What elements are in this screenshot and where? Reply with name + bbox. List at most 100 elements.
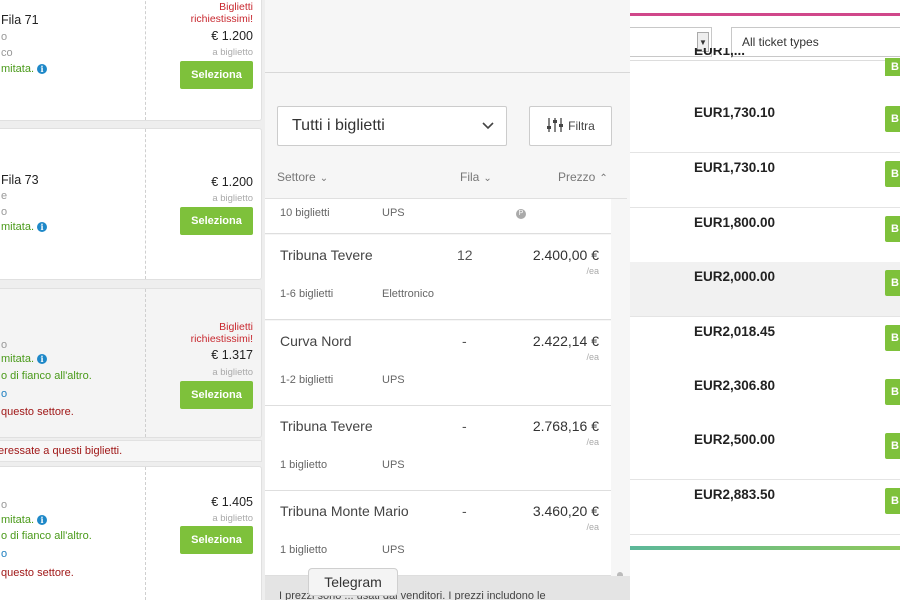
sort-sector[interactable]: Settore ⌄ <box>277 170 328 184</box>
listing-row[interactable]: 10 biglietti UPS P <box>265 199 611 234</box>
listing-price: EUR2,500.00 <box>694 432 776 447</box>
buy-button[interactable]: B <box>885 106 900 132</box>
select-button[interactable]: Seleziona <box>180 207 253 235</box>
listing-price: EUR2,883.50 <box>694 487 776 502</box>
listing-sector: Tribuna Monte Mario <box>280 503 409 519</box>
listing-row[interactable]: Tribuna Monte Mario - 3.460,20 € /ea 1 b… <box>265 491 611 576</box>
card-link-text[interactable]: o <box>1 388 7 400</box>
card-warning: questo settore. <box>1 567 74 579</box>
buy-button[interactable]: B <box>885 58 900 76</box>
telegram-button[interactable]: Telegram <box>308 568 398 596</box>
listing-quantity: 1 biglietto <box>280 459 328 471</box>
listing-sector: Curva Nord <box>280 333 352 349</box>
interest-notice: teressate a questi biglietti. <box>0 440 262 462</box>
listing-list: 10 biglietti UPS P Tribuna Tevere 12 2.4… <box>265 198 627 576</box>
ticket-type-select[interactable]: All ticket types <box>731 27 900 57</box>
listing-row-number: - <box>462 503 467 519</box>
listing-row[interactable]: EUR1,730.10 B <box>630 98 900 153</box>
listing-row-number: - <box>462 418 467 434</box>
card-availability: mitata. i <box>1 63 48 75</box>
listing-row[interactable]: EUR2,306.80 B <box>630 371 900 426</box>
card-divider <box>145 467 146 600</box>
listing-price: EUR1,800.00 <box>694 215 776 230</box>
chevron-down-icon: ⌄ <box>319 173 329 184</box>
listing-delivery: UPS <box>382 207 405 219</box>
middle-listing-panel: Tutti i biglietti Filtra Settore ⌄ Fila ⌄ … <box>265 0 630 600</box>
card-price-unit: a biglietto <box>212 367 253 378</box>
buy-button[interactable]: B <box>885 433 900 459</box>
card-divider <box>145 289 146 437</box>
card-price: € 1.405 <box>211 495 253 509</box>
listing-price-partial: EUR1,... <box>694 48 746 58</box>
info-icon[interactable]: i <box>37 222 48 233</box>
info-icon[interactable]: i <box>37 515 48 526</box>
list-divider <box>630 60 900 61</box>
chevron-down-icon <box>482 107 494 160</box>
left-ticket-panel: Fila 71 o co mitata. i Biglietti richiesti… <box>0 0 265 600</box>
listing-price-unit: /ea <box>586 352 599 362</box>
buy-button[interactable]: B <box>885 488 900 514</box>
card-link-text[interactable]: o <box>1 548 7 560</box>
listing-row[interactable]: EUR2,883.50 B <box>630 480 900 535</box>
buy-button[interactable]: B <box>885 270 900 296</box>
listing-row[interactable]: EUR1,800.00 B <box>630 208 900 263</box>
right-listing-panel: ▼ All ticket types EUR1,... B EUR1,730.1… <box>630 0 900 600</box>
listing-row[interactable]: EUR2,000.00 B <box>630 262 900 317</box>
buy-button[interactable]: B <box>885 379 900 405</box>
listing-row-number: 12 <box>457 247 473 263</box>
listing-row[interactable]: EUR2,500.00 B <box>630 425 900 480</box>
sliders-icon <box>547 118 564 132</box>
sort-price[interactable]: Prezzo ⌃ <box>558 170 608 184</box>
info-icon[interactable]: i <box>37 64 48 75</box>
hot-tickets-badge: Biglietti richiestissimi! <box>190 1 253 25</box>
listing-row-number: - <box>462 333 467 349</box>
listing-quantity: 10 biglietti <box>280 207 330 219</box>
pickup-icon: P <box>516 209 526 219</box>
listing-price: 3.460,20 € <box>532 503 599 519</box>
listing-price: EUR1,730.10 <box>694 105 776 120</box>
listing-row[interactable]: Tribuna Tevere - 2.768,16 € /ea 1 biglie… <box>265 406 611 491</box>
listing-row[interactable]: Tribuna Tevere 12 2.400,00 € /ea 1-6 big… <box>265 235 611 320</box>
card-price-unit: a biglietto <box>212 47 253 58</box>
select-button[interactable]: Seleziona <box>180 61 253 89</box>
listing-price: EUR2,018.45 <box>694 324 776 339</box>
listing-row[interactable]: EUR1,730.10 B <box>630 153 900 208</box>
card-subtext-2: o <box>1 206 8 218</box>
info-icon[interactable]: i <box>37 354 48 365</box>
card-availability: mitata. i <box>1 514 48 526</box>
ticket-filter-dropdown[interactable]: Tutti i biglietti <box>277 106 507 146</box>
listing-quantity: 1-2 biglietti <box>280 374 334 386</box>
card-subtext: o <box>1 339 8 351</box>
sort-row[interactable]: Fila ⌄ <box>460 170 492 184</box>
buy-button[interactable]: B <box>885 161 900 187</box>
buy-button[interactable]: B <box>885 216 900 242</box>
buy-button[interactable]: B <box>885 325 900 351</box>
listing-delivery: Elettronico <box>382 288 434 300</box>
listing-row[interactable]: EUR2,018.45 B <box>630 317 900 372</box>
card-availability: mitata. i <box>1 221 48 233</box>
listing-price-unit: /ea <box>586 437 599 447</box>
listing-row[interactable]: Curva Nord - 2.422,14 € /ea 1-2 bigliett… <box>265 321 611 406</box>
filter-button[interactable]: Filtra <box>529 106 612 146</box>
listing-sector: Tribuna Tevere <box>280 247 373 263</box>
listing-price: EUR1,730.10 <box>694 160 776 175</box>
listing-price: 2.400,00 € <box>532 247 599 263</box>
listing-delivery: UPS <box>382 544 405 556</box>
card-subtext: e <box>1 190 8 202</box>
card-price: € 1.200 <box>211 29 253 43</box>
select-button[interactable]: Seleziona <box>180 526 253 554</box>
card-price: € 1.317 <box>211 348 253 362</box>
ticket-card: o mitata. i o di fianco all'altro. o ques… <box>0 288 262 438</box>
card-divider <box>145 129 146 279</box>
accent-line <box>630 13 900 16</box>
listing-price: 2.768,16 € <box>532 418 599 434</box>
top-divider <box>265 72 630 73</box>
select-button[interactable]: Seleziona <box>180 381 253 409</box>
listing-price: EUR2,306.80 <box>694 378 776 393</box>
card-price-unit: a biglietto <box>212 193 253 204</box>
chevron-down-icon: ⌄ <box>483 173 492 184</box>
card-subtext: o <box>1 499 8 511</box>
chevron-up-icon: ⌃ <box>599 173 608 184</box>
listing-sector: Tribuna Tevere <box>280 418 373 434</box>
hot-tickets-badge: Biglietti richiestissimi! <box>190 321 253 345</box>
